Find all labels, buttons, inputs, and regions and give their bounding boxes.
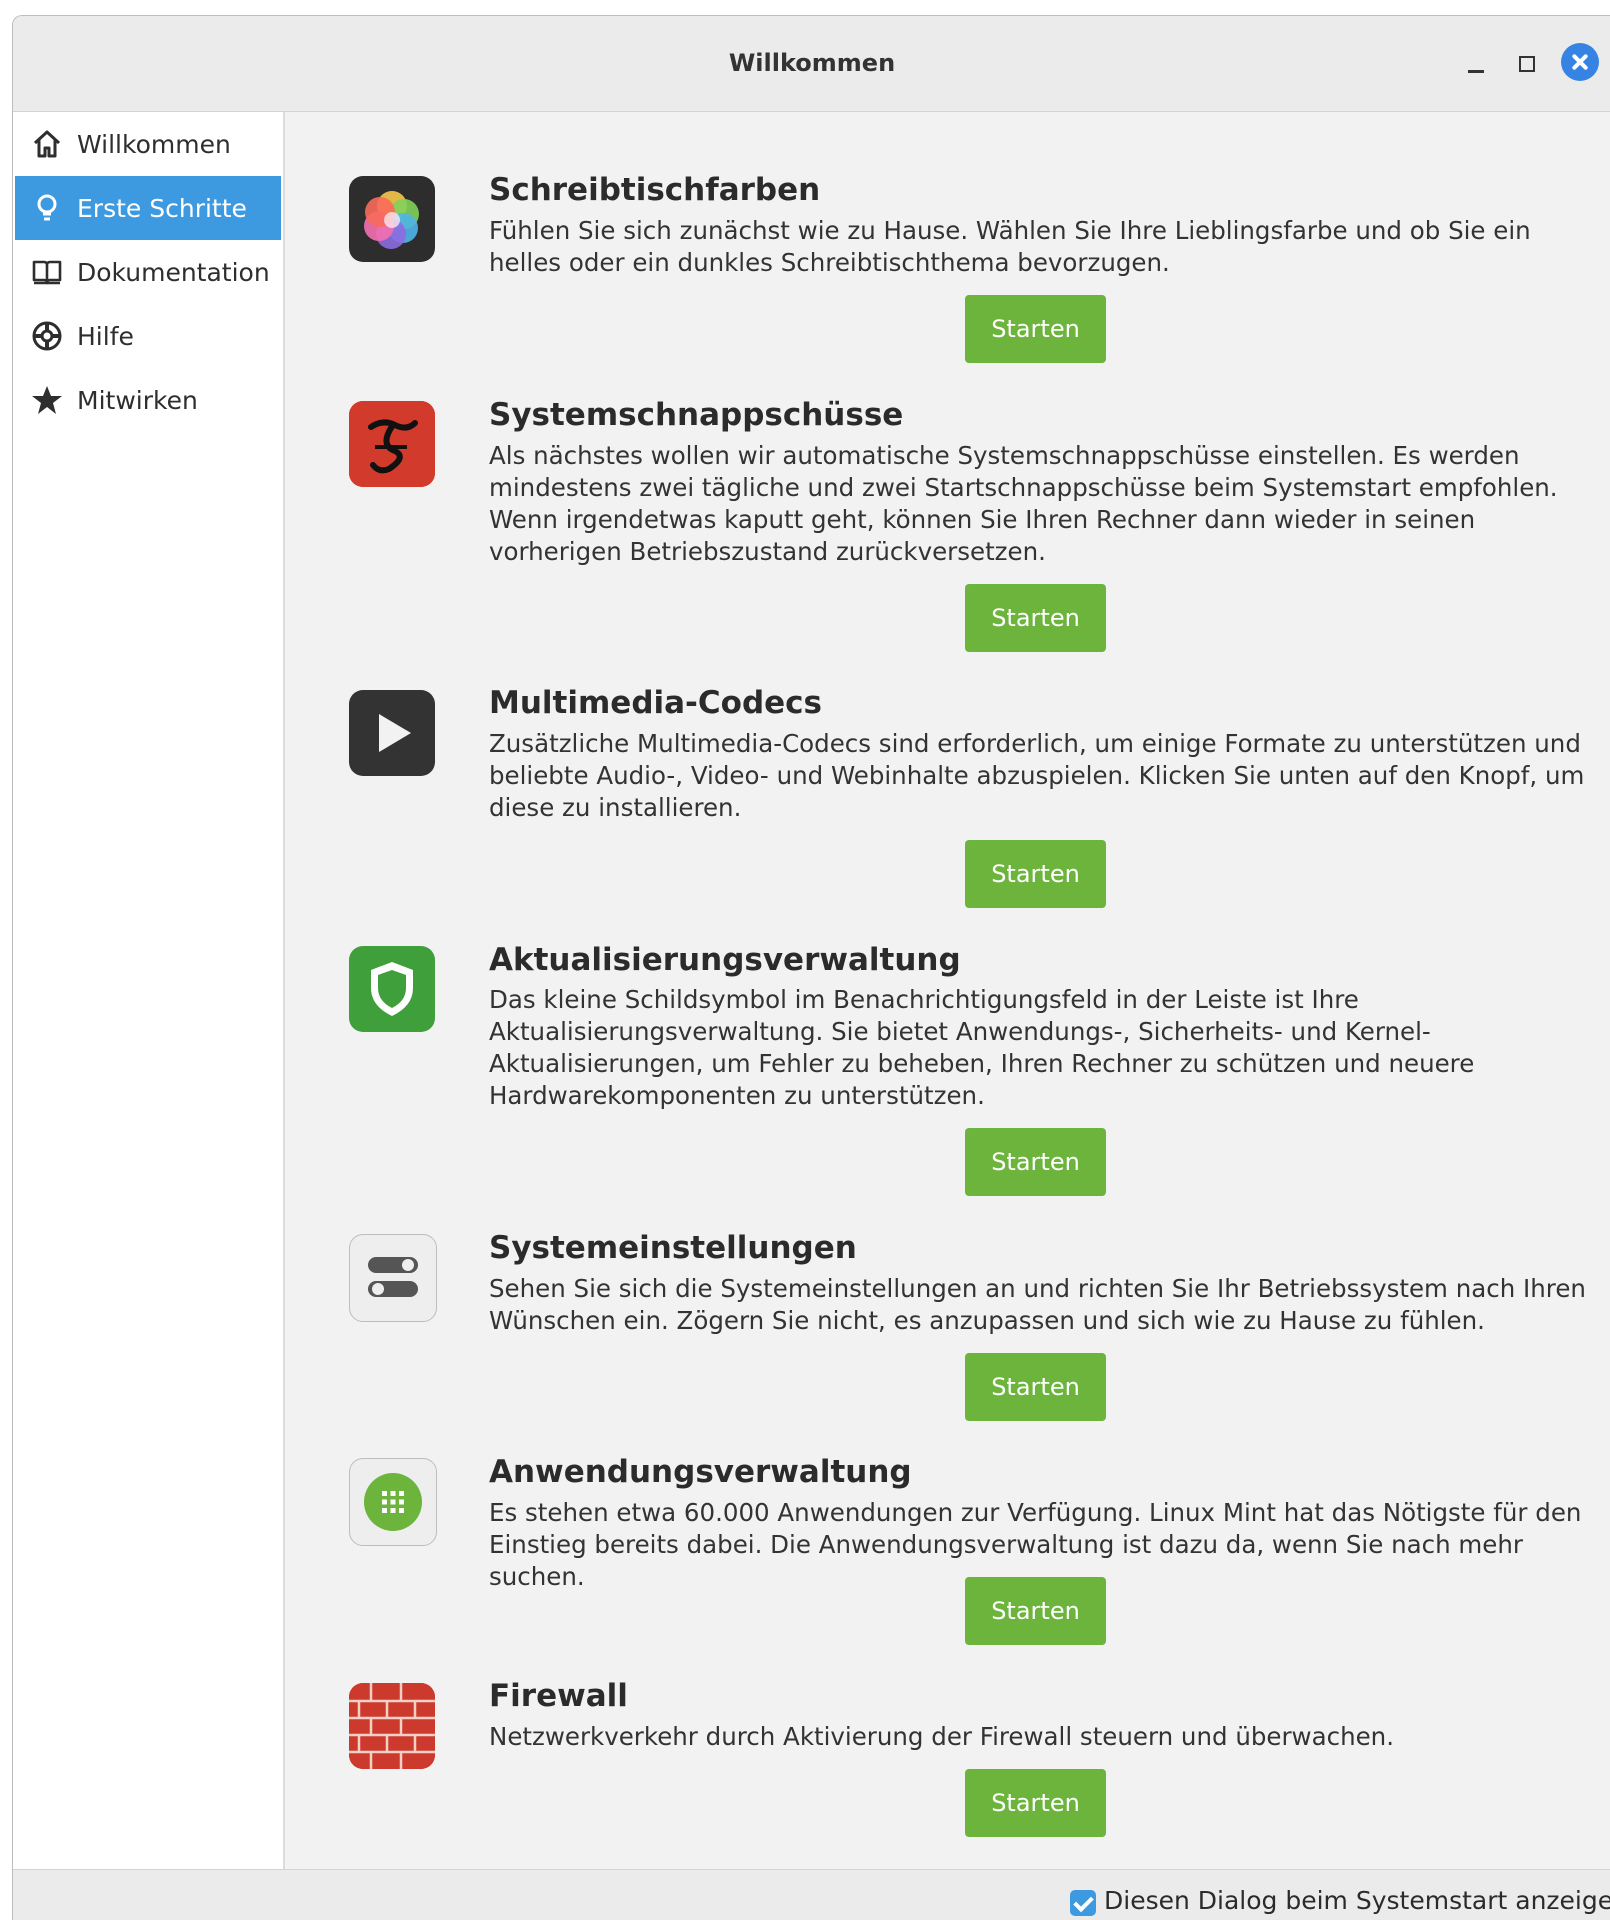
content-area: Schreibtischfarben Fühlen Sie sich zunäc…	[285, 112, 1610, 1869]
section-description: Das kleine Schildsymbol im Benachrichtig…	[489, 985, 1475, 1110]
section-title: Aktualisierungsverwaltung	[489, 942, 961, 978]
section-title: Schreibtischfarben	[489, 172, 821, 208]
section-title: Multimedia-Codecs	[489, 685, 823, 721]
start-button-aktualisierungsverwaltung[interactable]: Starten	[965, 1128, 1106, 1196]
toggles-icon	[349, 1234, 437, 1322]
start-button-systemschnappschuesse[interactable]: Starten	[965, 584, 1106, 652]
section-title: Systemeinstellungen	[489, 1230, 857, 1266]
section-description: Zusätzliche Multimedia-Codecs sind erfor…	[489, 729, 1585, 822]
sidebar-item-mitwirken[interactable]: Mitwirken	[15, 368, 281, 432]
sidebar-item-willkommen[interactable]: Willkommen	[15, 112, 281, 176]
sidebar: Willkommen Erste Schritte Dokumentation …	[13, 112, 285, 1869]
start-button-systemeinstellungen[interactable]: Starten	[965, 1353, 1106, 1421]
brick-wall-icon	[349, 1683, 435, 1769]
window-title: Willkommen	[728, 49, 896, 77]
app-grid-icon	[349, 1458, 437, 1546]
sidebar-item-hilfe[interactable]: Hilfe	[15, 304, 281, 368]
start-button-anwendungsverwaltung[interactable]: Starten	[965, 1577, 1106, 1645]
section-title: Systemschnappschüsse	[489, 397, 904, 433]
lightbulb-icon	[29, 190, 65, 226]
sidebar-item-label: Hilfe	[77, 321, 134, 351]
lifebuoy-icon	[29, 318, 65, 354]
sidebar-item-erste-schritte[interactable]: Erste Schritte	[15, 176, 281, 240]
sidebar-item-label: Willkommen	[77, 129, 231, 159]
minimize-button[interactable]	[1456, 44, 1496, 84]
show-on-startup-label[interactable]: Diesen Dialog beim Systemstart anzeigen	[1104, 1886, 1610, 1915]
section-title: Firewall	[489, 1678, 628, 1714]
sidebar-item-label: Erste Schritte	[77, 193, 247, 223]
sidebar-item-label: Mitwirken	[77, 385, 198, 415]
section-title: Anwendungsverwaltung	[489, 1454, 912, 1490]
section-description: Als nächstes wollen wir automatische Sys…	[489, 441, 1558, 566]
home-icon	[29, 126, 65, 162]
maximize-button[interactable]	[1506, 44, 1546, 84]
play-icon	[349, 690, 435, 776]
show-on-startup-checkbox[interactable]	[1070, 1890, 1096, 1916]
star-icon	[29, 382, 65, 418]
footer-bar: Diesen Dialog beim Systemstart anzeigen	[13, 1869, 1610, 1920]
close-button[interactable]	[1561, 43, 1599, 81]
start-button-firewall[interactable]: Starten	[965, 1769, 1106, 1837]
section-description: Sehen Sie sich die Systemeinstellungen a…	[489, 1274, 1586, 1335]
welcome-window: Willkommen Willkommen Erste Schritte Dok…	[12, 15, 1610, 1920]
start-button-schreibtischfarben[interactable]: Starten	[965, 295, 1106, 363]
start-button-multimedia-codecs[interactable]: Starten	[965, 840, 1106, 908]
shield-icon	[349, 946, 435, 1032]
sidebar-item-label: Dokumentation	[77, 257, 270, 287]
timeshift-icon	[349, 401, 435, 487]
color-flower-icon	[349, 176, 435, 262]
section-description: Netzwerkverkehr durch Aktivierung der Fi…	[489, 1722, 1394, 1751]
section-description: Fühlen Sie sich zunächst wie zu Hause. W…	[489, 216, 1531, 277]
sidebar-item-dokumentation[interactable]: Dokumentation	[15, 240, 281, 304]
titlebar: Willkommen	[13, 16, 1610, 112]
book-icon	[29, 254, 65, 290]
